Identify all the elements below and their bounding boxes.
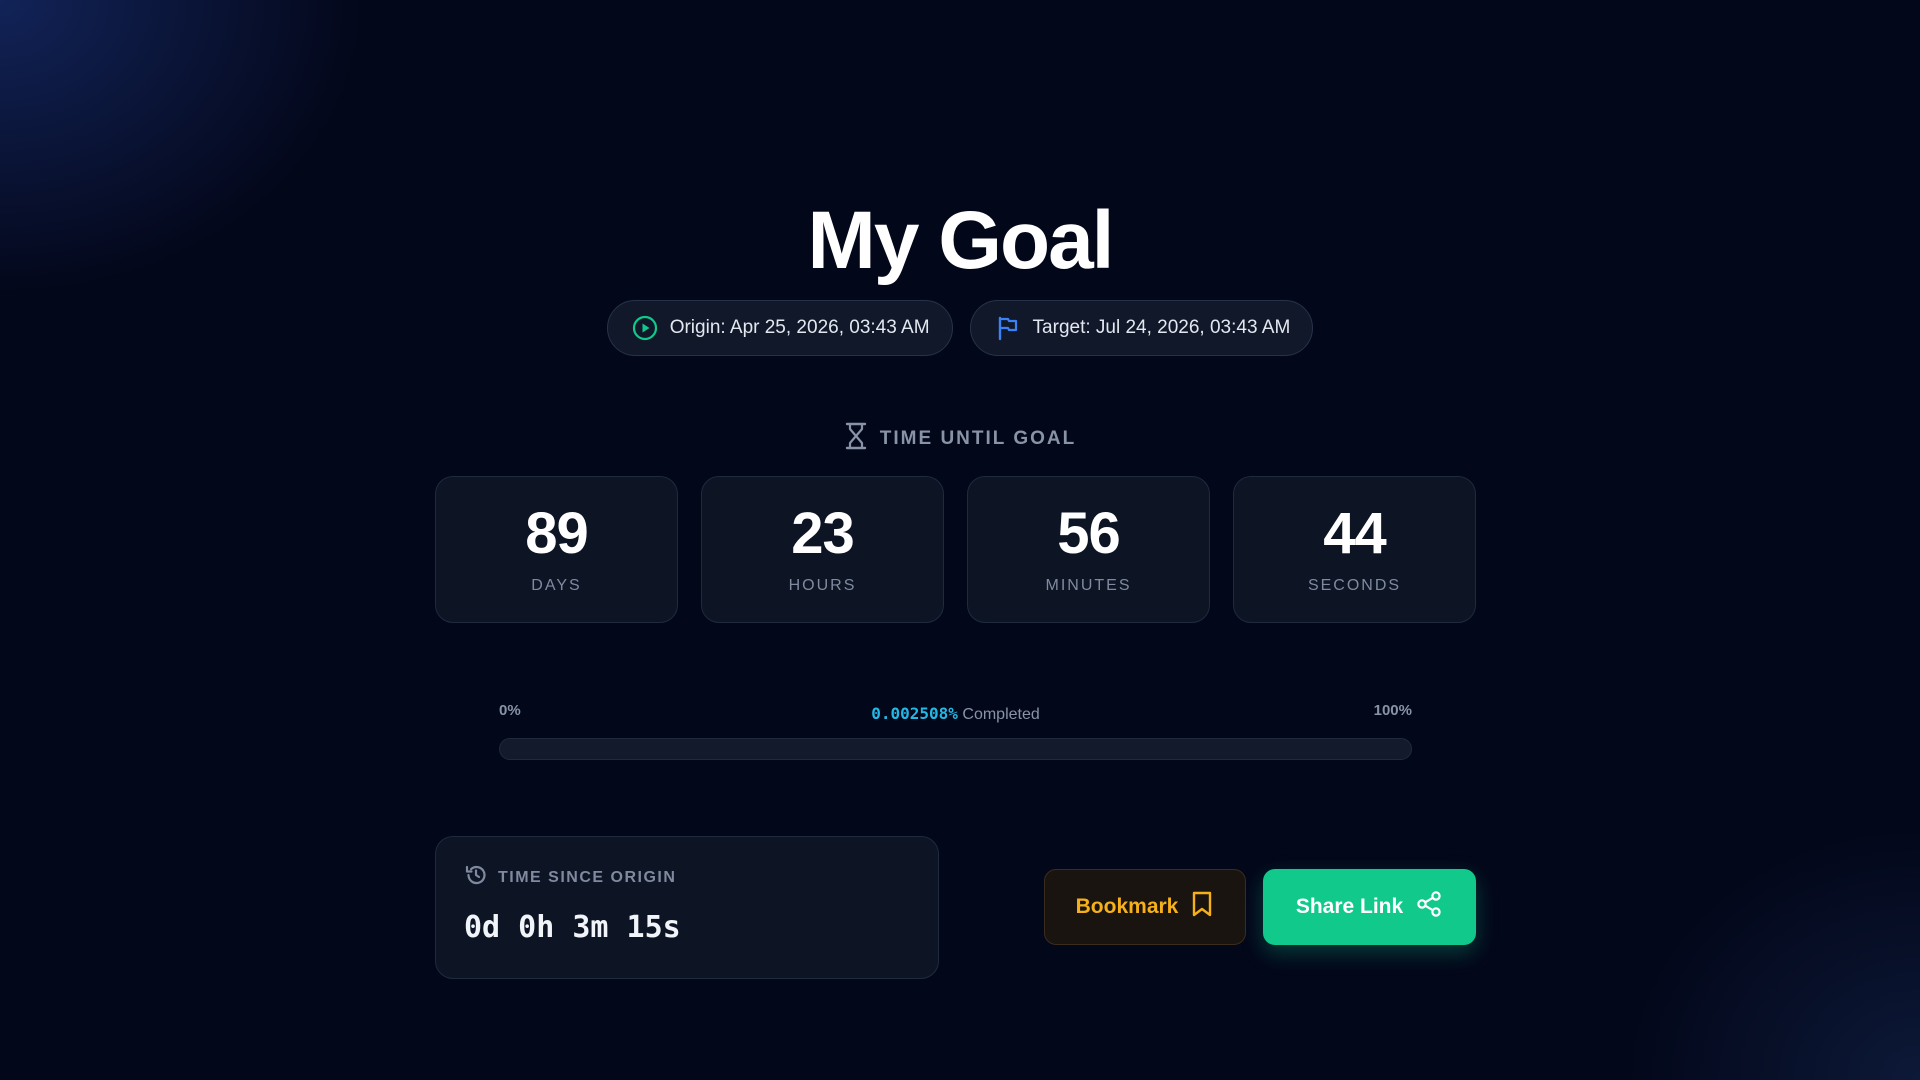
progress-labels: 0% 0.002508% Completed 100% xyxy=(499,700,1412,730)
target-label: Target: Jul 24, 2026, 03:43 AM xyxy=(1032,317,1291,338)
flag-icon xyxy=(995,315,1021,341)
countdown-cards: 89 DAYS 23 HOURS 56 MINUTES 44 SECONDS xyxy=(435,476,1476,623)
time-since-heading-text: TIME SINCE ORIGIN xyxy=(498,868,677,886)
countdown-card-minutes: 56 MINUTES xyxy=(967,476,1210,623)
seconds-label: SECONDS xyxy=(1307,576,1402,594)
progress-percent: 0.002508% xyxy=(871,704,958,723)
time-since-heading: TIME SINCE ORIGIN xyxy=(464,863,910,892)
days-label: DAYS xyxy=(531,576,582,594)
share-link-button[interactable]: Share Link xyxy=(1263,869,1476,945)
progress-section: 0% 0.002508% Completed 100% xyxy=(499,700,1412,760)
share-icon xyxy=(1415,890,1443,924)
bookmark-button[interactable]: Bookmark xyxy=(1044,869,1246,945)
target-pill: Target: Jul 24, 2026, 03:43 AM xyxy=(969,300,1314,356)
countdown-card-hours: 23 HOURS xyxy=(701,476,944,623)
countdown-heading-text: TIME UNTIL GOAL xyxy=(879,428,1077,449)
page-title: My Goal xyxy=(807,195,1115,286)
hours-value: 23 xyxy=(791,500,855,566)
progress-status: 0.002508% Completed xyxy=(499,704,1412,724)
share-link-label: Share Link xyxy=(1295,895,1404,918)
date-pills: Origin: Apr 25, 2026, 03:43 AM Target: J… xyxy=(0,300,1920,356)
progress-track xyxy=(499,738,1412,760)
origin-pill: Origin: Apr 25, 2026, 03:43 AM xyxy=(606,300,953,356)
countdown-card-seconds: 44 SECONDS xyxy=(1233,476,1476,623)
minutes-value: 56 xyxy=(1057,500,1121,566)
countdown-heading: TIME UNTIL GOAL xyxy=(0,422,1920,456)
bookmark-label: Bookmark xyxy=(1075,895,1179,918)
hourglass-icon xyxy=(844,422,868,456)
countdown-card-days: 89 DAYS xyxy=(435,476,678,623)
progress-max-label: 100% xyxy=(1373,702,1412,719)
play-circle-icon xyxy=(632,315,658,341)
time-since-origin-card: TIME SINCE ORIGIN 0d 0h 3m 15s xyxy=(435,836,939,979)
days-value: 89 xyxy=(525,500,589,566)
minutes-label: MINUTES xyxy=(1045,576,1132,594)
progress-suffix: Completed xyxy=(962,706,1040,723)
origin-label: Origin: Apr 25, 2026, 03:43 AM xyxy=(669,317,930,338)
bookmark-icon xyxy=(1190,890,1214,924)
time-since-value: 0d 0h 3m 15s xyxy=(464,910,681,945)
history-icon xyxy=(464,863,488,892)
hours-label: HOURS xyxy=(788,576,857,594)
seconds-value: 44 xyxy=(1323,500,1387,566)
